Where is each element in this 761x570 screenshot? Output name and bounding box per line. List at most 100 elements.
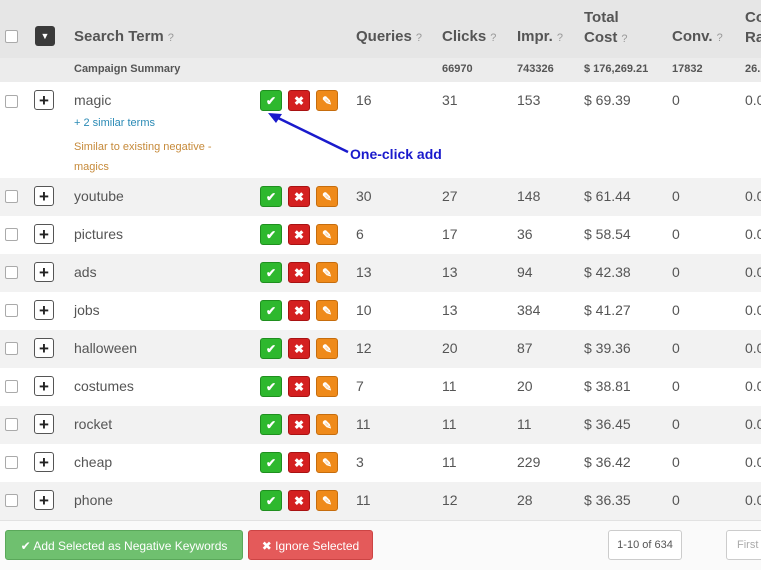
reject-x-icon[interactable]: ✖ xyxy=(288,376,310,397)
row-checkbox[interactable] xyxy=(5,494,18,507)
column-conv-rate[interactable]: Co Ra xyxy=(745,8,761,48)
queries-value: 6 xyxy=(356,226,364,242)
accept-check-icon[interactable]: ✔ xyxy=(260,414,282,435)
column-conv[interactable]: Conv.? xyxy=(672,28,723,45)
ignore-selected-button[interactable]: ✖ Ignore Selected xyxy=(248,530,373,560)
table-header: ▼ Search Term? Queries? Clicks? Impr.? T… xyxy=(0,0,761,58)
edit-pencil-icon[interactable]: ✎ xyxy=(316,224,338,245)
row-checkbox[interactable] xyxy=(5,266,18,279)
expand-plus-icon[interactable]: + xyxy=(34,452,54,472)
reject-x-icon[interactable]: ✖ xyxy=(288,300,310,321)
impr-value: 28 xyxy=(517,492,533,508)
add-negative-keywords-button[interactable]: ✔ Add Selected as Negative Keywords xyxy=(5,530,243,560)
queries-value: 10 xyxy=(356,302,372,318)
column-total-cost[interactable]: Total Cost? xyxy=(584,8,627,49)
table-row: + pictures ✔ ✖ ✎ 6 17 36 $ 58.54 0 0.0 xyxy=(0,216,761,254)
search-term: jobs xyxy=(74,302,100,318)
accept-check-icon[interactable]: ✔ xyxy=(260,338,282,359)
bulk-actions-dropdown[interactable]: ▼ xyxy=(35,26,55,46)
reject-x-icon[interactable]: ✖ xyxy=(288,414,310,435)
table-row: + rocket ✔ ✖ ✎ 11 11 11 $ 36.45 0 0.0 xyxy=(0,406,761,444)
rate-value: 0.0 xyxy=(745,454,761,470)
clicks-value: 12 xyxy=(442,492,458,508)
edit-pencil-icon[interactable]: ✎ xyxy=(316,452,338,473)
edit-pencil-icon[interactable]: ✎ xyxy=(316,490,338,511)
help-icon[interactable]: ? xyxy=(717,32,723,44)
expand-plus-icon[interactable]: + xyxy=(34,224,54,244)
reject-x-icon[interactable]: ✖ xyxy=(288,262,310,283)
accept-check-icon[interactable]: ✔ xyxy=(260,262,282,283)
column-impr[interactable]: Impr.? xyxy=(517,28,563,45)
conv-value: 0 xyxy=(672,454,680,470)
summary-clicks: 66970 xyxy=(442,63,473,75)
search-term: rocket xyxy=(74,416,113,432)
row-checkbox[interactable] xyxy=(5,380,18,393)
rate-value: 0.0 xyxy=(745,378,761,394)
expand-plus-icon[interactable]: + xyxy=(34,90,54,110)
queries-value: 13 xyxy=(356,264,372,280)
cost-value: $ 69.39 xyxy=(584,92,631,108)
edit-pencil-icon[interactable]: ✎ xyxy=(316,186,338,207)
expand-plus-icon[interactable]: + xyxy=(34,414,54,434)
pagination-info: 1-10 of 634 xyxy=(608,530,682,560)
row-checkbox[interactable] xyxy=(5,95,18,108)
row-checkbox[interactable] xyxy=(5,456,18,469)
expand-plus-icon[interactable]: + xyxy=(34,300,54,320)
first-page-button[interactable]: First xyxy=(726,530,761,560)
help-icon[interactable]: ? xyxy=(416,32,422,44)
conv-value: 0 xyxy=(672,264,680,280)
row-checkbox[interactable] xyxy=(5,418,18,431)
column-clicks[interactable]: Clicks? xyxy=(442,28,496,45)
reject-x-icon[interactable]: ✖ xyxy=(288,186,310,207)
clicks-value: 13 xyxy=(442,302,458,318)
help-icon[interactable]: ? xyxy=(490,32,496,44)
select-all-checkbox[interactable] xyxy=(5,30,18,43)
row-checkbox[interactable] xyxy=(5,304,18,317)
row-checkbox[interactable] xyxy=(5,342,18,355)
column-search-term[interactable]: Search Term? xyxy=(74,28,174,45)
similar-terms-link[interactable]: + 2 similar terms xyxy=(74,117,155,129)
conv-value: 0 xyxy=(672,492,680,508)
accept-check-icon[interactable]: ✔ xyxy=(260,186,282,207)
accept-check-icon[interactable]: ✔ xyxy=(260,300,282,321)
reject-x-icon[interactable]: ✖ xyxy=(288,224,310,245)
reject-x-icon[interactable]: ✖ xyxy=(288,452,310,473)
accept-check-icon[interactable]: ✔ xyxy=(260,224,282,245)
reject-x-icon[interactable]: ✖ xyxy=(288,338,310,359)
row-checkbox[interactable] xyxy=(5,190,18,203)
search-term: cheap xyxy=(74,454,113,470)
expand-plus-icon[interactable]: + xyxy=(34,376,54,396)
expand-plus-icon[interactable]: + xyxy=(34,490,54,510)
expand-plus-icon[interactable]: + xyxy=(34,338,54,358)
edit-pencil-icon[interactable]: ✎ xyxy=(316,300,338,321)
table-row: + jobs ✔ ✖ ✎ 10 13 384 $ 41.27 0 0.0 xyxy=(0,292,761,330)
help-icon[interactable]: ? xyxy=(621,33,627,45)
accept-check-icon[interactable]: ✔ xyxy=(260,376,282,397)
help-icon[interactable]: ? xyxy=(557,32,563,44)
summary-rate: 26. xyxy=(745,63,761,75)
expand-plus-icon[interactable]: + xyxy=(34,262,54,282)
impr-value: 148 xyxy=(517,188,541,204)
clicks-value: 11 xyxy=(442,378,457,394)
queries-value: 3 xyxy=(356,454,364,470)
table-row: + halloween ✔ ✖ ✎ 12 20 87 $ 39.36 0 0.0 xyxy=(0,330,761,368)
impr-value: 11 xyxy=(517,416,532,432)
reject-x-icon[interactable]: ✖ xyxy=(288,490,310,511)
edit-pencil-icon[interactable]: ✎ xyxy=(316,414,338,435)
column-queries[interactable]: Queries? xyxy=(356,28,422,45)
cost-value: $ 38.81 xyxy=(584,378,631,394)
rate-value: 0.0 xyxy=(745,302,761,318)
row-checkbox[interactable] xyxy=(5,228,18,241)
help-icon[interactable]: ? xyxy=(168,32,174,44)
rate-value: 0.0 xyxy=(745,340,761,356)
cost-value: $ 58.54 xyxy=(584,226,631,242)
edit-pencil-icon[interactable]: ✎ xyxy=(316,262,338,283)
edit-pencil-icon[interactable]: ✎ xyxy=(316,376,338,397)
accept-check-icon[interactable]: ✔ xyxy=(260,452,282,473)
rate-value: 0.0 xyxy=(745,492,761,508)
queries-value: 30 xyxy=(356,188,372,204)
queries-value: 16 xyxy=(356,92,372,108)
edit-pencil-icon[interactable]: ✎ xyxy=(316,338,338,359)
expand-plus-icon[interactable]: + xyxy=(34,186,54,206)
accept-check-icon[interactable]: ✔ xyxy=(260,490,282,511)
